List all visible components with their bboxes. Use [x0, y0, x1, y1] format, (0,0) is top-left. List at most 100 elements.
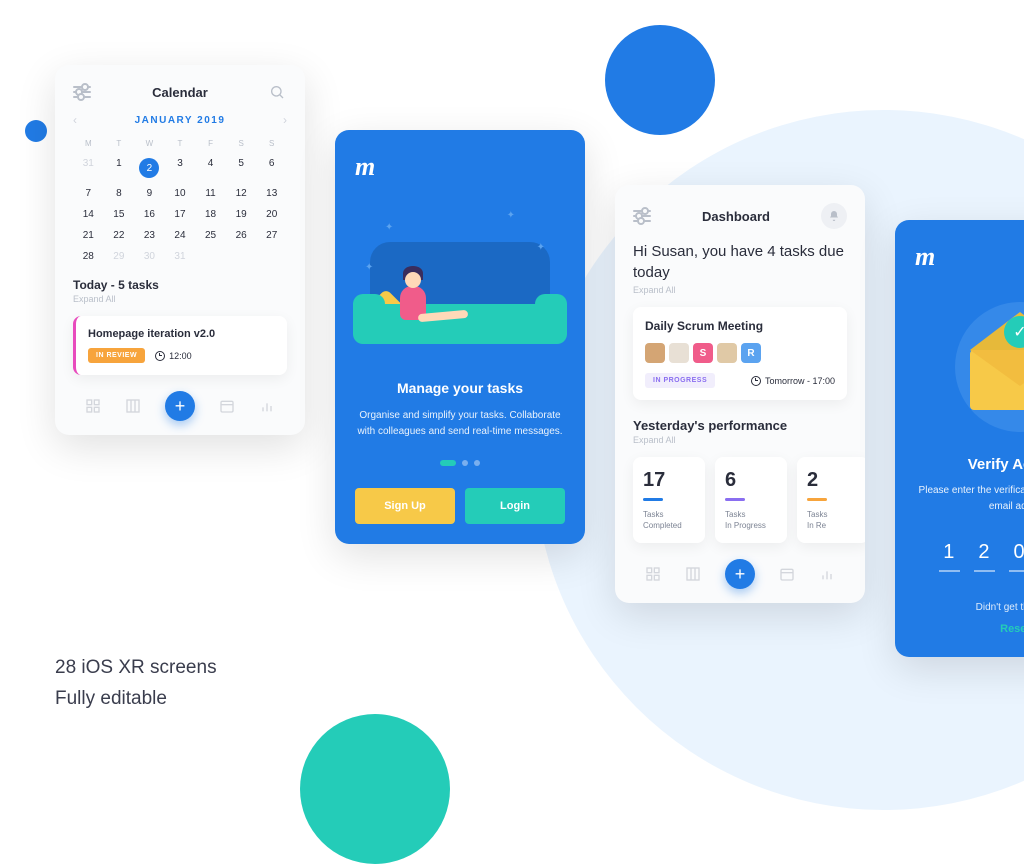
dow-label: T [165, 139, 196, 148]
calendar-day[interactable]: 25 [195, 230, 226, 241]
onboarding-title: Manage your tasks [355, 380, 565, 396]
code-digit[interactable]: 2 [974, 541, 995, 572]
calendar-day[interactable]: 7 [73, 188, 104, 199]
nav-grid-icon[interactable] [645, 566, 661, 582]
calendar-day[interactable]: 29 [104, 251, 135, 262]
login-button[interactable]: Login [465, 488, 565, 524]
stat-label: TasksIn Progress [725, 509, 777, 531]
prev-month[interactable]: ‹ [73, 113, 77, 127]
calendar-day[interactable]: 10 [165, 188, 196, 199]
signup-button[interactable]: Sign Up [355, 488, 455, 524]
add-button[interactable]: + [165, 391, 195, 421]
calendar-day[interactable]: 30 [134, 251, 165, 262]
verify-body: Please enter the verification code sent … [915, 483, 1024, 515]
stat-label: TasksIn Re [807, 509, 859, 531]
stat-number: 2 [807, 469, 859, 492]
calendar-day[interactable]: 3 [165, 158, 196, 178]
dow-label: F [195, 139, 226, 148]
resend-question: Didn't get the code? [915, 602, 1024, 613]
calendar-day[interactable]: 22 [104, 230, 135, 241]
calendar-day[interactable]: 17 [165, 209, 196, 220]
avatar: S [693, 343, 713, 363]
next-month[interactable]: › [283, 113, 287, 127]
task-card[interactable]: Homepage iteration v2.0 IN REVIEW 12:00 [73, 316, 287, 375]
filter-icon[interactable] [633, 207, 651, 225]
calendar-day[interactable]: 2 [134, 158, 165, 178]
calendar-screen: Calendar ‹ JANUARY 2019 › MTWTFSS3112345… [55, 65, 305, 435]
calendar-day[interactable]: 28 [73, 251, 104, 262]
calendar-day[interactable]: 27 [256, 230, 287, 241]
nav-list-icon[interactable] [125, 398, 141, 414]
app-logo: m [915, 242, 1024, 272]
task-time: 12:00 [155, 351, 192, 361]
calendar-day[interactable]: 12 [226, 188, 257, 199]
nav-stats-icon[interactable] [819, 566, 835, 582]
stat-number: 6 [725, 469, 777, 492]
stats-row: 17TasksCompleted6TasksIn Progress2TasksI… [633, 457, 847, 543]
add-button[interactable]: + [725, 559, 755, 589]
nav-grid-icon[interactable] [85, 398, 101, 414]
code-input-row[interactable]: 12009 [915, 541, 1024, 572]
calendar-day[interactable]: 15 [104, 209, 135, 220]
calendar-day[interactable]: 9 [134, 188, 165, 199]
calendar-day[interactable] [256, 251, 287, 262]
calendar-day[interactable] [226, 251, 257, 262]
calendar-day[interactable]: 19 [226, 209, 257, 220]
filter-icon[interactable] [73, 83, 91, 101]
code-digit[interactable]: 1 [939, 541, 960, 572]
avatar [669, 343, 689, 363]
dow-label: S [226, 139, 257, 148]
calendar-day[interactable]: 11 [195, 188, 226, 199]
task-title: Homepage iteration v2.0 [88, 328, 275, 340]
calendar-day[interactable]: 1 [104, 158, 135, 178]
stat-label: TasksCompleted [643, 509, 695, 531]
avatar [645, 343, 665, 363]
code-digit[interactable]: 0 [1009, 541, 1024, 572]
calendar-day[interactable]: 26 [226, 230, 257, 241]
calendar-day[interactable]: 31 [73, 158, 104, 178]
calendar-day[interactable] [195, 251, 226, 262]
dashboard-screen: Dashboard Hi Susan, you have 4 tasks due… [615, 185, 865, 603]
task-card[interactable]: Daily Scrum Meeting SR IN PROGRESS Tomor… [633, 307, 847, 400]
calendar-day[interactable]: 14 [73, 209, 104, 220]
calendar-day[interactable]: 23 [134, 230, 165, 241]
expand-all[interactable]: Expand All [633, 435, 847, 445]
expand-all[interactable]: Expand All [633, 285, 847, 295]
onboarding-screen: m ✦ ✦ ✦ ✦ Manage your tasks Organise and… [335, 130, 585, 544]
nav-calendar-icon[interactable] [779, 566, 795, 582]
avatar-row: SR [645, 343, 835, 363]
calendar-day[interactable]: 21 [73, 230, 104, 241]
calendar-day[interactable]: 4 [195, 158, 226, 178]
verify-title: Verify Account [915, 456, 1024, 473]
bell-icon[interactable] [821, 203, 847, 229]
calendar-day[interactable]: 6 [256, 158, 287, 178]
nav-calendar-icon[interactable] [219, 398, 235, 414]
calendar-grid: MTWTFSS311234567891011121314151617181920… [73, 139, 287, 262]
screen-title: Dashboard [702, 209, 770, 224]
calendar-day[interactable]: 13 [256, 188, 287, 199]
accent-dot [25, 120, 47, 142]
calendar-day[interactable]: 8 [104, 188, 135, 199]
performance-heading: Yesterday's performance [633, 418, 847, 433]
calendar-day[interactable]: 24 [165, 230, 196, 241]
calendar-day[interactable]: 16 [134, 209, 165, 220]
search-icon[interactable] [269, 83, 287, 101]
stat-card[interactable]: 17 TasksCompleted [633, 457, 705, 543]
calendar-day[interactable]: 5 [226, 158, 257, 178]
accent-circle-blue [605, 25, 715, 135]
status-badge: IN PROGRESS [645, 373, 715, 388]
calendar-day[interactable]: 31 [165, 251, 196, 262]
stat-number: 17 [643, 469, 695, 492]
page-dots [355, 460, 565, 466]
stat-card[interactable]: 2 TasksIn Re [797, 457, 865, 543]
nav-list-icon[interactable] [685, 566, 701, 582]
envelope-illustration: ✓ [915, 302, 1024, 432]
expand-all[interactable]: Expand All [73, 294, 287, 304]
status-badge: IN REVIEW [88, 348, 145, 363]
resend-link[interactable]: Resend [915, 623, 1024, 635]
nav-stats-icon[interactable] [259, 398, 275, 414]
stat-card[interactable]: 6 TasksIn Progress [715, 457, 787, 543]
bottom-nav: + [73, 391, 287, 421]
calendar-day[interactable]: 20 [256, 209, 287, 220]
calendar-day[interactable]: 18 [195, 209, 226, 220]
